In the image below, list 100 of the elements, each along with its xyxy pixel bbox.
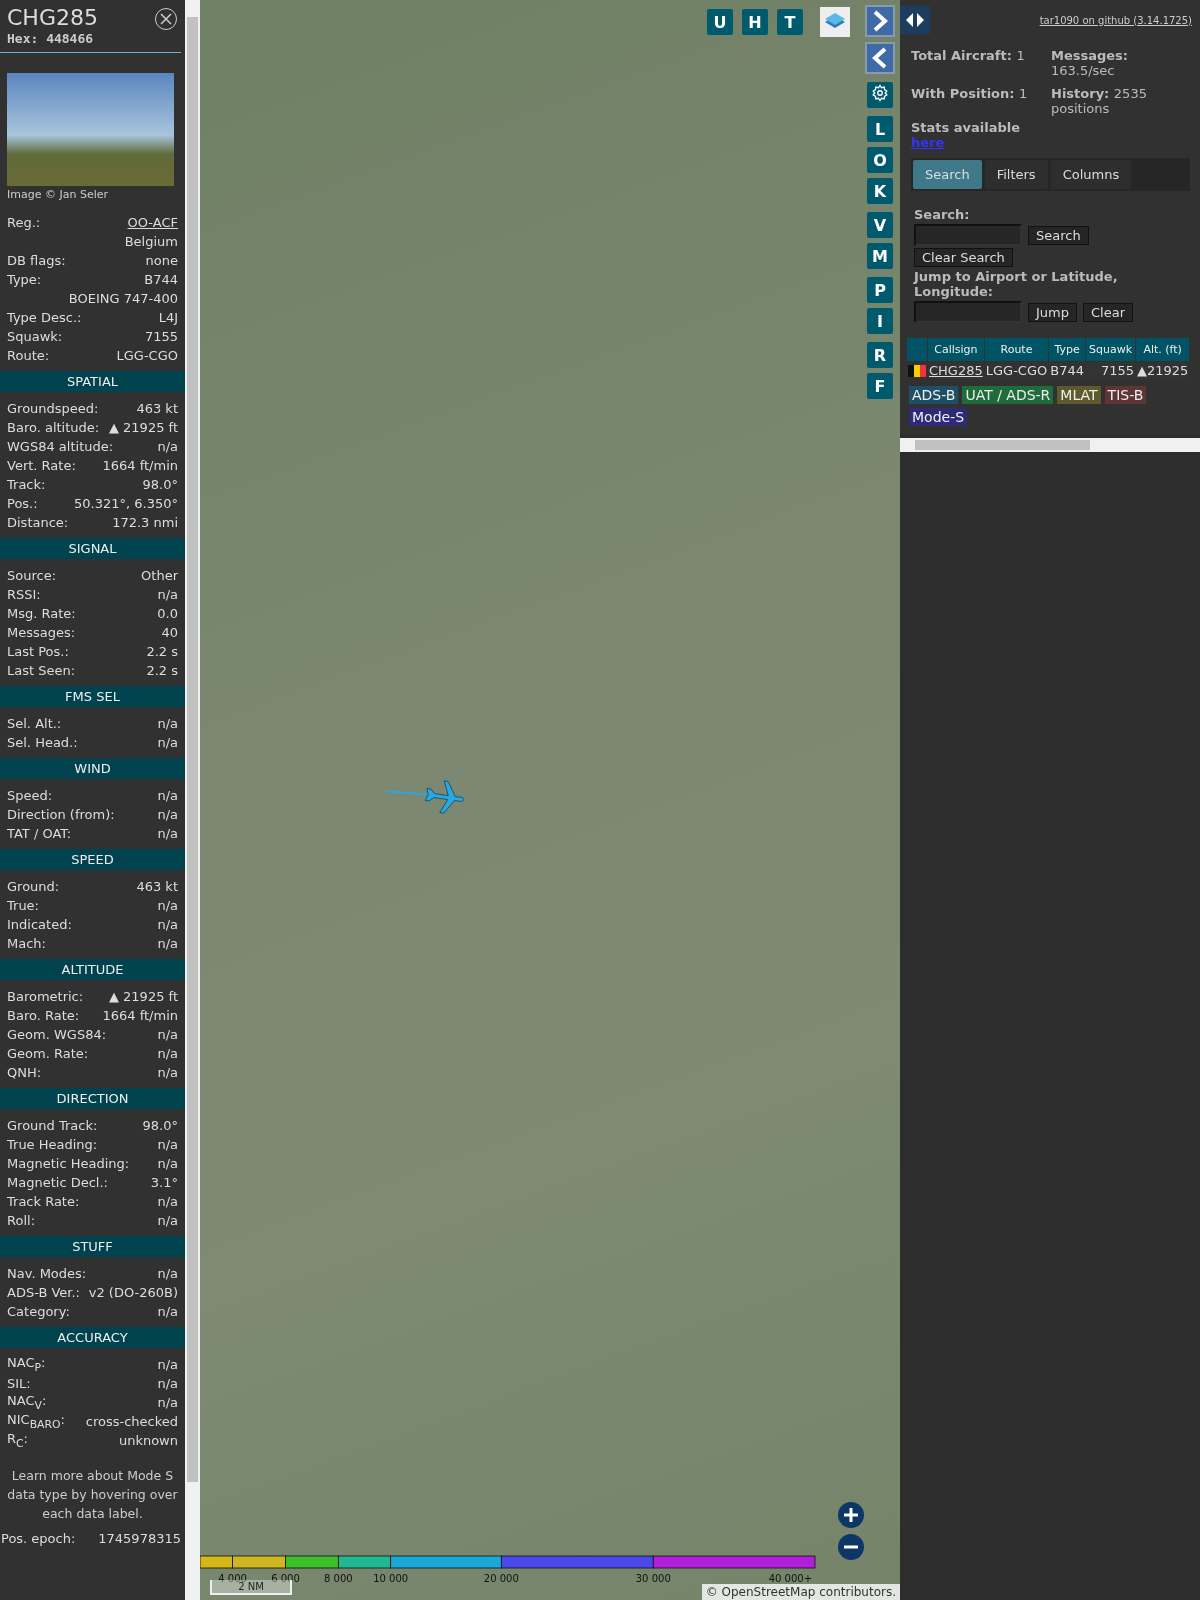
field-value: none bbox=[145, 253, 178, 268]
field-label: Track: bbox=[7, 477, 46, 492]
map-toggle-button[interactable]: H bbox=[742, 9, 768, 35]
field-label: Speed: bbox=[7, 788, 53, 803]
field-value: BOEING 747-400 bbox=[68, 291, 178, 306]
tab[interactable]: Columns bbox=[1050, 160, 1132, 189]
map-toggle-button[interactable]: O bbox=[867, 147, 893, 173]
field-value: 7155 bbox=[144, 329, 178, 344]
source-legend-tag: Mode-S bbox=[909, 408, 968, 426]
search-button[interactable]: Search bbox=[1028, 225, 1089, 245]
jump-label: Jump to Airport or Latitude, Longitude: bbox=[914, 269, 1119, 299]
field-value: unknown bbox=[118, 1433, 178, 1448]
field-label: Route: bbox=[7, 348, 50, 363]
altitude-tick-label: 30 000 bbox=[635, 1573, 671, 1584]
field-label: Groundspeed: bbox=[7, 401, 99, 416]
column-header[interactable]: Alt. (ft) bbox=[1136, 338, 1190, 361]
field-label: Magnetic Decl.: bbox=[7, 1175, 108, 1190]
field-value: 2.2 s bbox=[146, 644, 178, 659]
field-value: n/a bbox=[157, 898, 178, 913]
stat-text: Total Aircraft: 1 bbox=[911, 48, 1026, 65]
field-label: True Heading: bbox=[7, 1137, 98, 1152]
aircraft-icon[interactable] bbox=[422, 777, 466, 817]
map-toggle-button[interactable]: I bbox=[867, 308, 893, 334]
field-value: n/a bbox=[157, 1194, 178, 1209]
github-link[interactable]: tar1090 on github (3.14.1725) bbox=[1039, 14, 1192, 26]
field-value: 2.2 s bbox=[146, 663, 178, 678]
plus-icon bbox=[843, 1507, 859, 1523]
map-toggle-button[interactable]: T bbox=[777, 9, 803, 35]
field-value: n/a bbox=[157, 1027, 178, 1042]
field-label: Ground Track: bbox=[7, 1118, 98, 1133]
registration-link[interactable]: OO-ACF bbox=[127, 215, 178, 230]
map-attribution: © OpenStreetMap contributors. bbox=[701, 1584, 900, 1600]
map-toggle-button[interactable]: V bbox=[867, 212, 893, 238]
field-label: RSSI: bbox=[7, 587, 41, 602]
jump-field[interactable] bbox=[914, 301, 1022, 323]
field-label: Type: bbox=[7, 272, 42, 287]
field-label: ADS-B Ver.: bbox=[7, 1285, 80, 1300]
panel-toggle-button[interactable] bbox=[900, 6, 930, 34]
attribution-link[interactable]: OpenStreetMap bbox=[721, 1585, 816, 1599]
field-label: Category: bbox=[7, 1304, 70, 1319]
map-toggle-button[interactable]: U bbox=[707, 9, 733, 35]
section-header: WIND bbox=[0, 758, 185, 779]
settings-button[interactable] bbox=[867, 82, 893, 108]
expand-button[interactable] bbox=[865, 5, 895, 37]
field-value: n/a bbox=[157, 1137, 178, 1152]
column-header[interactable]: Callsign bbox=[928, 338, 984, 361]
field-value: n/a bbox=[157, 1395, 178, 1410]
field-value: 50.321°, 6.350° bbox=[74, 496, 178, 511]
column-header[interactable]: Route bbox=[984, 338, 1049, 361]
field-value: L4J bbox=[158, 310, 178, 325]
field-value: ▲ 21925 ft bbox=[108, 420, 178, 435]
altitude-tick-label: 10 000 bbox=[373, 1573, 409, 1584]
field-label: Barometric: bbox=[7, 989, 84, 1004]
field-value: 98.0° bbox=[142, 477, 178, 492]
map-toggle-button[interactable]: R bbox=[867, 342, 893, 368]
field-label: Nav. Modes: bbox=[7, 1266, 87, 1281]
column-header[interactable]: Type bbox=[1049, 338, 1085, 361]
column-header[interactable]: Squawk bbox=[1085, 338, 1135, 361]
field-value: n/a bbox=[157, 1376, 178, 1391]
collapse-button[interactable] bbox=[865, 42, 895, 74]
hex-code: Hex: 448466 bbox=[7, 31, 95, 46]
source-legend-tag: ADS-B bbox=[909, 386, 959, 404]
callsign-link[interactable]: CHG285 bbox=[929, 363, 983, 378]
field-value: n/a bbox=[157, 917, 178, 932]
field-label: Magnetic Heading: bbox=[7, 1156, 130, 1171]
field-value: n/a bbox=[157, 1357, 178, 1372]
field-value: ▲ 21925 ft bbox=[108, 989, 178, 1004]
field-value: n/a bbox=[157, 1213, 178, 1228]
field-label: NAC$_{V}$: bbox=[7, 1393, 47, 1412]
field-value: n/a bbox=[157, 788, 178, 803]
layers-button[interactable] bbox=[820, 7, 850, 37]
field-label: NIC$_{BARO}$: bbox=[7, 1412, 65, 1431]
altitude-tick-label: 20 000 bbox=[483, 1573, 519, 1584]
map-toggle-button[interactable]: L bbox=[867, 116, 893, 142]
field-value: 0.0 bbox=[157, 606, 178, 621]
stat-text: With Position: 1 bbox=[911, 86, 1029, 103]
jump-button[interactable]: Jump bbox=[1028, 302, 1077, 322]
search-field[interactable] bbox=[914, 224, 1022, 246]
map-toggle-button[interactable]: K bbox=[867, 178, 893, 204]
scrollbar[interactable] bbox=[900, 438, 1200, 452]
map-toggle-button[interactable]: P bbox=[867, 277, 893, 303]
field-value: 1745978315 bbox=[98, 1531, 181, 1546]
field-label: Vert. Rate: bbox=[7, 458, 76, 473]
tab[interactable]: Search bbox=[913, 160, 982, 189]
field-label: Type Desc.: bbox=[7, 310, 82, 325]
scrollbar[interactable] bbox=[185, 0, 200, 1600]
field-label: Pos. epoch: bbox=[1, 1531, 76, 1546]
field-label: Distance: bbox=[7, 515, 69, 530]
clear-button[interactable]: Clear bbox=[1083, 302, 1133, 322]
field-value: 1664 ft/min bbox=[102, 1008, 178, 1023]
source-legend-tag: MLAT bbox=[1057, 386, 1101, 404]
field-label: SIL: bbox=[7, 1376, 31, 1391]
clear-search-button[interactable]: Clear Search bbox=[914, 248, 1013, 267]
field-value: v2 (DO-260B) bbox=[88, 1285, 178, 1300]
tab[interactable]: Filters bbox=[984, 160, 1048, 189]
field-label: Baro. altitude: bbox=[7, 420, 100, 435]
source-legend-tag: TIS-B bbox=[1104, 386, 1147, 404]
map-toggle-button[interactable]: F bbox=[867, 373, 893, 399]
map-toggle-button[interactable]: M bbox=[867, 243, 893, 269]
section-header: ACCURACY bbox=[0, 1327, 185, 1348]
